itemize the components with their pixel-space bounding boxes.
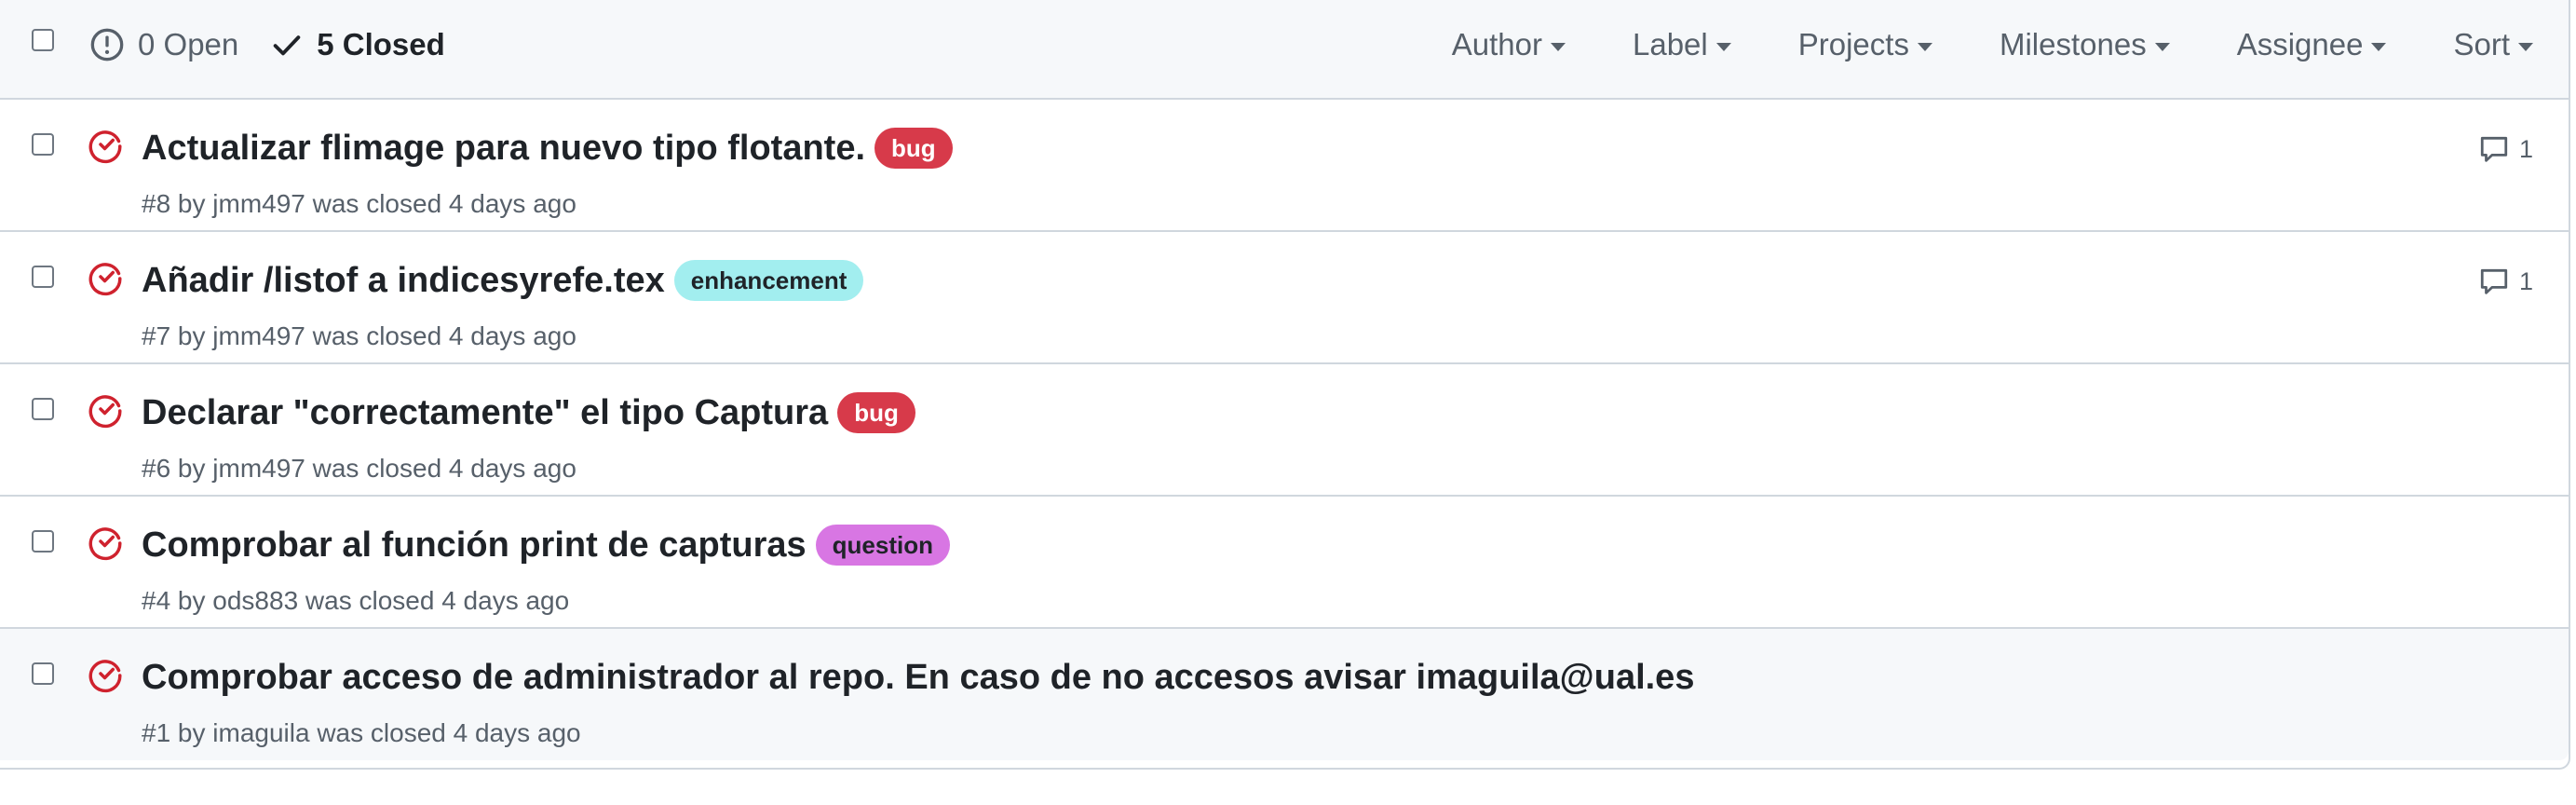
issue-title-link[interactable]: Comprobar acceso de administrador al rep…: [142, 658, 1694, 698]
issue-title-link[interactable]: Añadir /listof a indicesyrefe.tex: [142, 261, 665, 301]
issue-state-toggle: 0 Open 5 Closed: [89, 24, 477, 65]
label-bug[interactable]: bug: [874, 128, 953, 169]
issue-row: Añadir /listof a indicesyrefe.tex enhanc…: [0, 232, 2569, 364]
milestones-filter[interactable]: Milestones: [2000, 27, 2170, 62]
issue-meta: #1 by imaguila was closed 4 days ago: [142, 718, 581, 747]
caret-down-icon: [2154, 42, 2170, 51]
select-all-checkbox[interactable]: [32, 29, 54, 51]
comment-count: 1: [2518, 266, 2533, 295]
caret-down-icon: [2518, 42, 2533, 51]
issue-checkbox[interactable]: [32, 662, 54, 685]
label-bug[interactable]: bug: [837, 392, 915, 433]
issue-row: Declarar "correctamente" el tipo Captura…: [0, 364, 2569, 497]
comment-icon: [2480, 136, 2508, 162]
filter-bar: Author Label Projects Milestones Assigne…: [1385, 22, 2533, 67]
issue-meta: #6 by jmm497 was closed 4 days ago: [142, 454, 576, 483]
sort-filter[interactable]: Sort: [2453, 27, 2533, 62]
issue-meta: #4 by ods883 was closed 4 days ago: [142, 586, 570, 615]
issue-closed-icon: [88, 395, 122, 429]
issue-meta: #7 by jmm497 was closed 4 days ago: [142, 321, 576, 350]
issue-checkbox[interactable]: [32, 398, 54, 420]
issue-closed-icon: [88, 660, 122, 693]
label-enhancement[interactable]: enhancement: [673, 260, 864, 301]
comments-link[interactable]: 1: [2478, 133, 2533, 165]
comment-icon: [2480, 268, 2508, 294]
label-filter[interactable]: Label: [1633, 27, 1731, 62]
issue-checkbox[interactable]: [32, 266, 54, 288]
issue-row: Actualizar flimage para nuevo tipo flota…: [0, 100, 2569, 232]
label-question[interactable]: question: [815, 525, 950, 566]
issue-title-link[interactable]: Declarar "correctamente" el tipo Captura: [142, 393, 828, 433]
issue-title-link[interactable]: Comprobar al función print de capturas: [142, 525, 807, 566]
caret-down-icon: [1715, 42, 1731, 51]
check-icon: [273, 35, 301, 56]
closed-issues-label: 5 Closed: [317, 27, 445, 61]
assignee-filter[interactable]: Assignee: [2237, 27, 2387, 62]
caret-down-icon: [1917, 42, 1932, 51]
closed-issues-link[interactable]: 5 Closed: [270, 27, 445, 62]
issue-closed-icon: [88, 527, 122, 561]
comment-count: 1: [2518, 134, 2533, 163]
issue-checkbox[interactable]: [32, 530, 54, 553]
issue-row: Comprobar al función print de capturas q…: [0, 497, 2569, 629]
caret-down-icon: [1551, 42, 1566, 51]
issues-list-header: 0 Open 5 Closed Author Label Projects Mi…: [0, 0, 2569, 100]
issue-closed-icon: [88, 263, 122, 296]
issue-title-link[interactable]: Actualizar flimage para nuevo tipo flota…: [142, 129, 865, 169]
issue-closed-icon: [88, 130, 122, 164]
open-issues-label: 0 Open: [138, 27, 239, 61]
issues-list: 0 Open 5 Closed Author Label Projects Mi…: [0, 0, 2570, 770]
projects-filter[interactable]: Projects: [1798, 27, 1932, 62]
issue-meta: #8 by jmm497 was closed 4 days ago: [142, 189, 576, 218]
author-filter[interactable]: Author: [1452, 27, 1566, 62]
issue-row: Comprobar acceso de administrador al rep…: [0, 629, 2569, 760]
comments-link[interactable]: 1: [2478, 266, 2533, 297]
open-issues-link[interactable]: 0 Open: [89, 27, 238, 62]
issue-open-icon: [90, 28, 124, 61]
issue-checkbox[interactable]: [32, 133, 54, 156]
caret-down-icon: [2371, 42, 2387, 51]
